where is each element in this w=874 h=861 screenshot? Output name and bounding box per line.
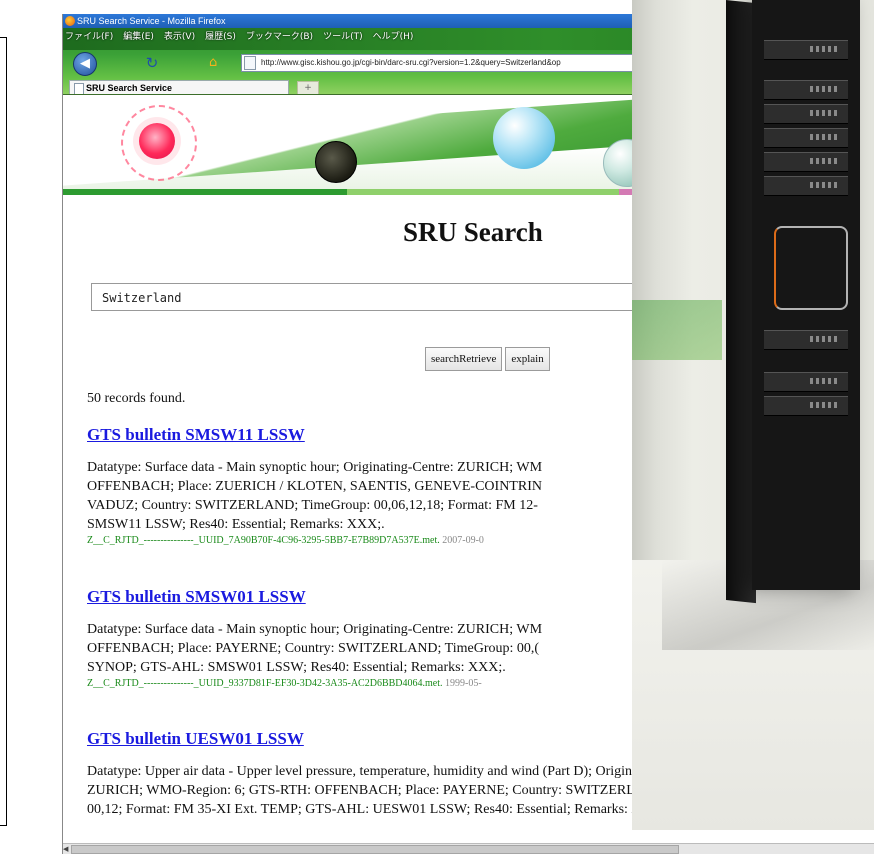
result-link-text[interactable]: Z__C_RJTD_---------------_UUID_7A90B70F-…	[87, 535, 440, 546]
result-link-text[interactable]: Z__C_RJTD_---------------_UUID_9337D81F-…	[87, 678, 443, 689]
menu-history[interactable]: 履歴(S)	[205, 28, 236, 46]
menu-help[interactable]: ヘルプ(H)	[373, 28, 414, 46]
scroll-left-arrow-icon[interactable]: ◀	[63, 844, 70, 854]
rack-unit	[764, 396, 848, 416]
page-title: SRU Search	[403, 217, 543, 247]
menu-bar: ファイル(F) 編集(E) 表示(V) 履歴(S) ブックマーク(B) ツール(…	[65, 28, 413, 46]
menu-bookmarks[interactable]: ブックマーク(B)	[246, 28, 313, 46]
scrollbar-thumb[interactable]	[71, 845, 679, 854]
url-text: http://www.gisc.kishou.go.jp/cgi-bin/dar…	[261, 58, 561, 67]
banner-bar-lightgreen	[347, 189, 619, 195]
result-date: 1999-05-	[442, 678, 482, 689]
tab-sru-search-service[interactable]: SRU Search Service	[69, 80, 289, 94]
window-title: SRU Search Service - Mozilla Firefox	[77, 16, 226, 26]
menu-view[interactable]: 表示(V)	[164, 28, 195, 46]
rack-unit	[764, 128, 848, 148]
server-rack-photo	[632, 0, 874, 830]
rack-unit	[764, 40, 848, 60]
photo-reflection	[632, 300, 722, 360]
rack-unit	[764, 104, 848, 124]
water-sphere-graphic	[493, 107, 555, 169]
horizontal-scrollbar[interactable]: ◀	[63, 843, 874, 854]
rack-cables	[774, 226, 848, 310]
tab-label: SRU Search Service	[86, 83, 173, 93]
back-arrow-icon[interactable]: ◀	[73, 52, 97, 76]
sun-graphic	[139, 123, 175, 159]
menu-file[interactable]: ファイル(F)	[65, 28, 113, 46]
explain-button[interactable]: explain	[505, 347, 550, 371]
reload-icon[interactable]: ↻	[143, 54, 161, 72]
result-date: 2007-09-0	[439, 535, 484, 546]
rack-unit	[764, 330, 848, 350]
menu-edit[interactable]: 編集(E)	[123, 28, 154, 46]
rack-unit	[764, 176, 848, 196]
firefox-icon	[65, 16, 75, 26]
records-count: 50 records found.	[87, 391, 186, 406]
menu-tools[interactable]: ツール(T)	[323, 28, 363, 46]
dark-sphere-graphic	[315, 141, 357, 183]
tab-page-icon	[74, 83, 84, 94]
rack-unit	[764, 372, 848, 392]
rack-unit	[764, 152, 848, 172]
search-buttons: searchRetrieve explain	[425, 347, 550, 371]
rack-unit	[764, 80, 848, 100]
page-icon	[244, 55, 256, 70]
banner-bar-green	[63, 189, 347, 195]
search-retrieve-button[interactable]: searchRetrieve	[425, 347, 503, 371]
home-icon[interactable]: ⌂	[209, 56, 223, 70]
new-tab-button[interactable]: +	[297, 81, 319, 94]
left-frame-border	[0, 37, 7, 826]
